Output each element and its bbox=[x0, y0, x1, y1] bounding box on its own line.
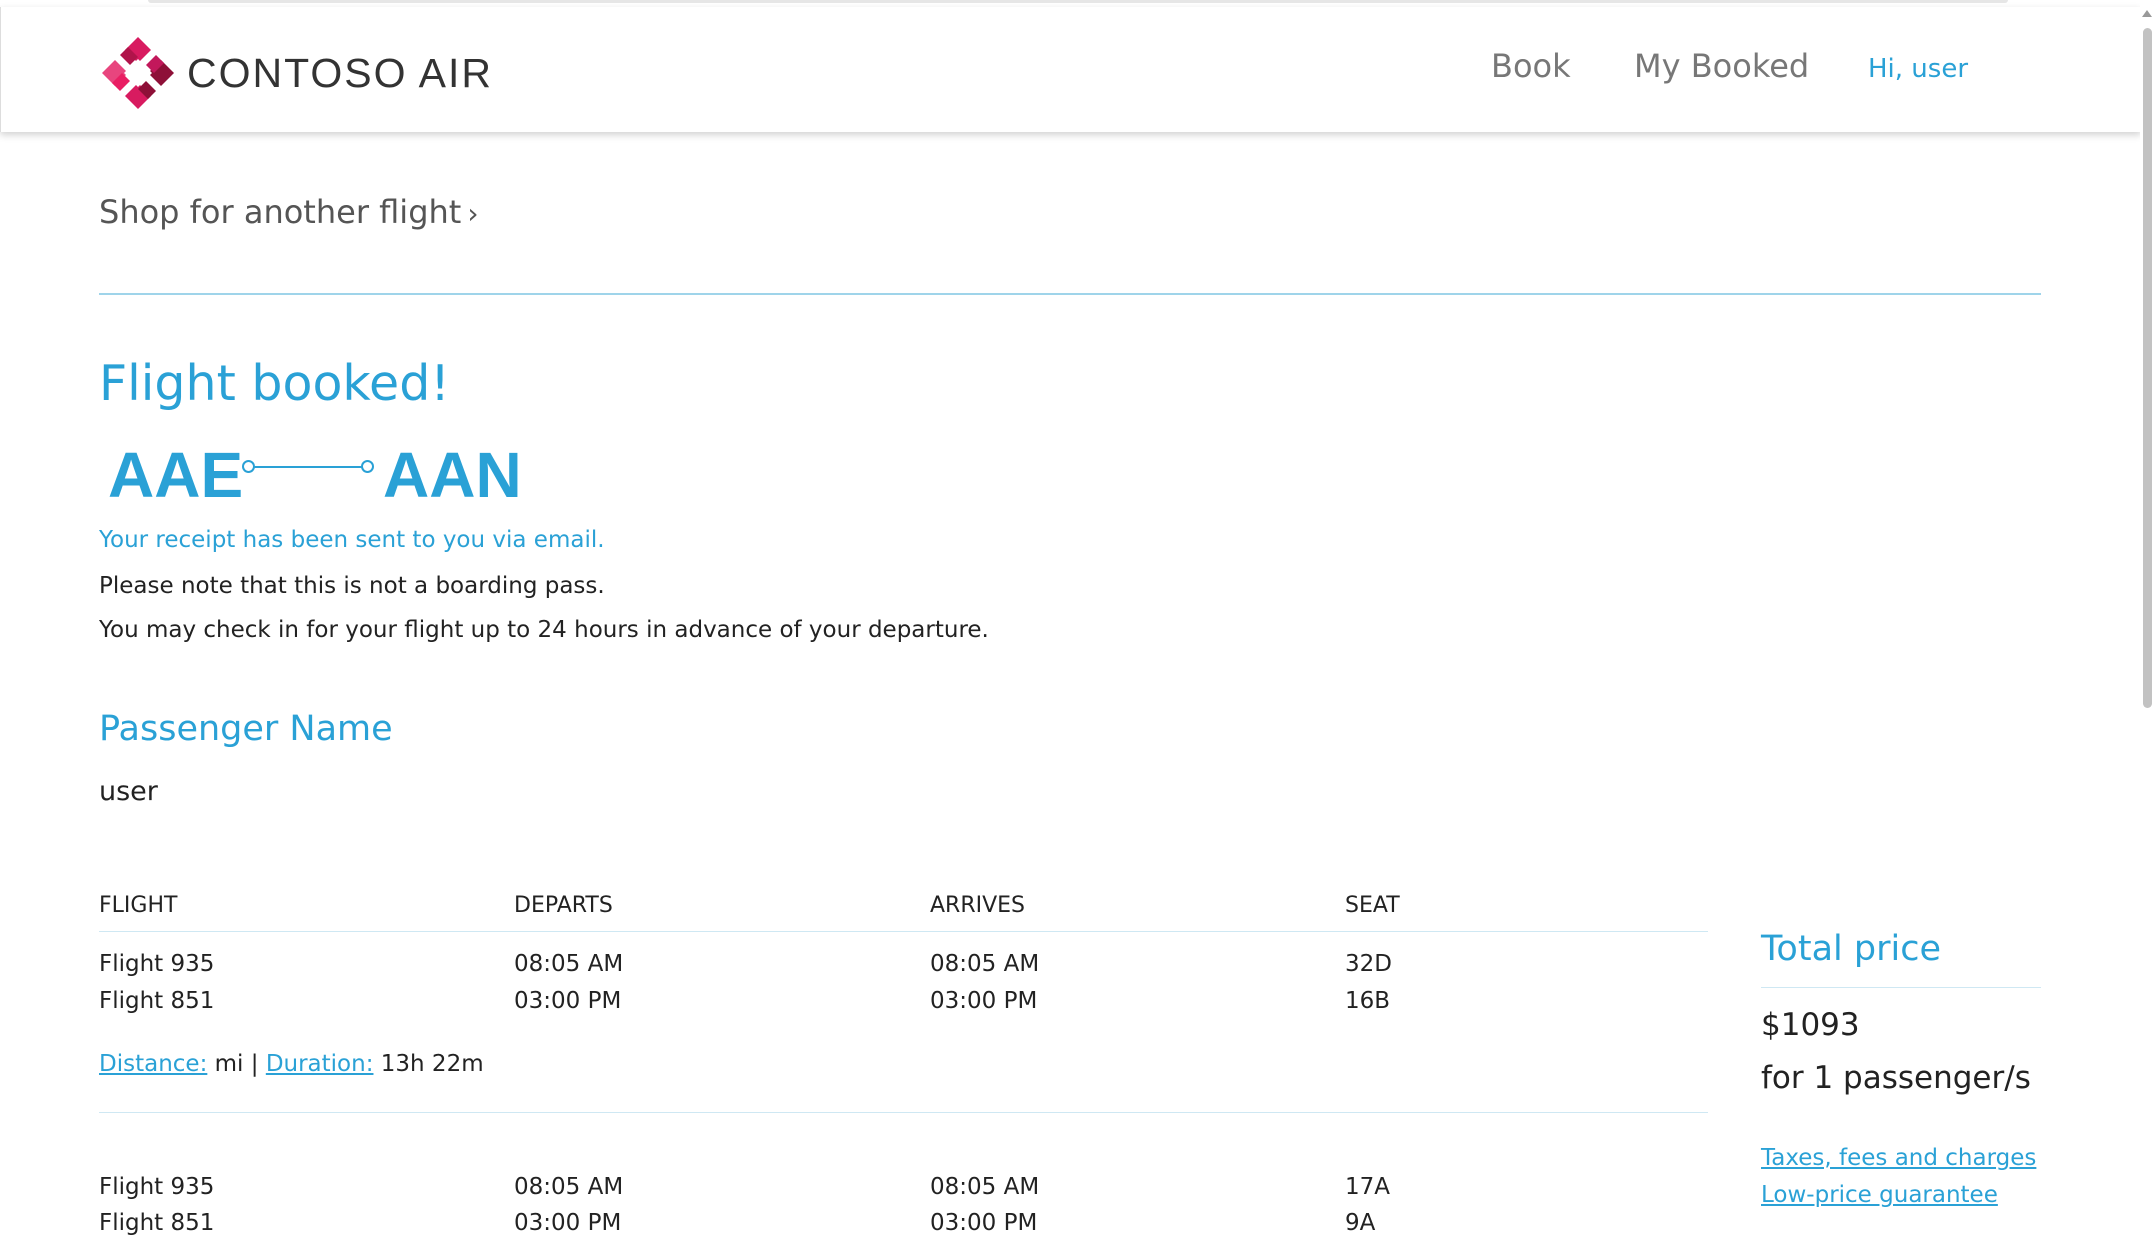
check-in-note: You may check in for your flight up to 2… bbox=[99, 617, 989, 643]
route-line bbox=[250, 466, 362, 468]
distance-value: mi bbox=[207, 1051, 244, 1077]
column-header-departs: DEPARTS bbox=[514, 893, 613, 918]
distance-link[interactable]: Distance: bbox=[99, 1051, 207, 1077]
receipt-message: Your receipt has been sent to you via em… bbox=[99, 527, 605, 553]
table-cell: 08:05 AM bbox=[930, 1174, 1040, 1200]
table-cell: 03:00 PM bbox=[930, 1210, 1038, 1236]
low-price-guarantee-link[interactable]: Low-price guarantee bbox=[1761, 1182, 1998, 1208]
table-cell: Flight 935 bbox=[99, 951, 215, 977]
table-cell: Flight 935 bbox=[99, 1174, 215, 1200]
shop-link-label: Shop for another flight bbox=[99, 193, 462, 231]
site-header: CONTOSO AIR Book My Booked Hi, user bbox=[0, 7, 2141, 132]
total-price-amount: $1093 bbox=[1761, 1007, 1860, 1043]
destination-airport-code: AAN bbox=[383, 439, 522, 511]
table-cell: 08:05 AM bbox=[514, 951, 624, 977]
table-cell: 17A bbox=[1345, 1174, 1391, 1200]
taxes-fees-link[interactable]: Taxes, fees and charges bbox=[1761, 1145, 2036, 1171]
duration-value: 13h 22m bbox=[373, 1051, 484, 1077]
browser-top-edge bbox=[148, 0, 2008, 3]
group-divider bbox=[99, 1112, 1708, 1113]
duration-link[interactable]: Duration: bbox=[266, 1051, 374, 1077]
table-cell: 03:00 PM bbox=[930, 988, 1038, 1014]
passenger-count: for 1 passenger/s bbox=[1761, 1060, 2031, 1096]
table-cell: 03:00 PM bbox=[514, 988, 622, 1014]
passenger-name-heading: Passenger Name bbox=[99, 709, 393, 749]
table-cell: 9A bbox=[1345, 1210, 1376, 1236]
contoso-air-logo-icon[interactable] bbox=[98, 33, 178, 113]
total-price-divider bbox=[1761, 987, 2041, 988]
section-divider bbox=[99, 293, 2041, 295]
flight-distance-duration: Distance: mi | Duration: 13h 22m bbox=[99, 1051, 484, 1077]
origin-airport-code: AAE bbox=[108, 439, 244, 511]
table-cell: 08:05 AM bbox=[930, 951, 1040, 977]
info-separator: | bbox=[243, 1051, 266, 1077]
route-end-dot-icon bbox=[361, 460, 374, 473]
table-cell: Flight 851 bbox=[99, 1210, 215, 1236]
table-cell: 03:00 PM bbox=[514, 1210, 622, 1236]
boarding-pass-note: Please note that this is not a boarding … bbox=[99, 573, 605, 599]
table-header-divider bbox=[99, 931, 1708, 932]
route-start-dot-icon bbox=[242, 460, 255, 473]
scroll-up-arrow-icon[interactable] bbox=[2142, 10, 2152, 17]
brand-name[interactable]: CONTOSO AIR bbox=[187, 50, 493, 97]
scrollbar-thumb[interactable] bbox=[2143, 28, 2152, 708]
user-greeting[interactable]: Hi, user bbox=[1868, 54, 1968, 84]
table-cell: Flight 851 bbox=[99, 988, 215, 1014]
page-title: Flight booked! bbox=[99, 355, 450, 412]
total-price-heading: Total price bbox=[1761, 929, 1941, 969]
table-cell: 16B bbox=[1345, 988, 1391, 1014]
chevron-right-icon: › bbox=[467, 197, 479, 230]
passenger-name-value: user bbox=[99, 776, 158, 807]
column-header-arrives: ARRIVES bbox=[930, 893, 1026, 918]
table-cell: 32D bbox=[1345, 951, 1392, 977]
shop-another-flight-link[interactable]: Shop for another flight › bbox=[99, 193, 479, 231]
nav-book-link[interactable]: Book bbox=[1491, 47, 1571, 85]
nav-my-booked-link[interactable]: My Booked bbox=[1634, 47, 1809, 85]
column-header-seat: SEAT bbox=[1345, 893, 1400, 918]
column-header-flight: FLIGHT bbox=[99, 893, 178, 918]
page-scrollbar[interactable] bbox=[2140, 0, 2155, 1223]
table-cell: 08:05 AM bbox=[514, 1174, 624, 1200]
